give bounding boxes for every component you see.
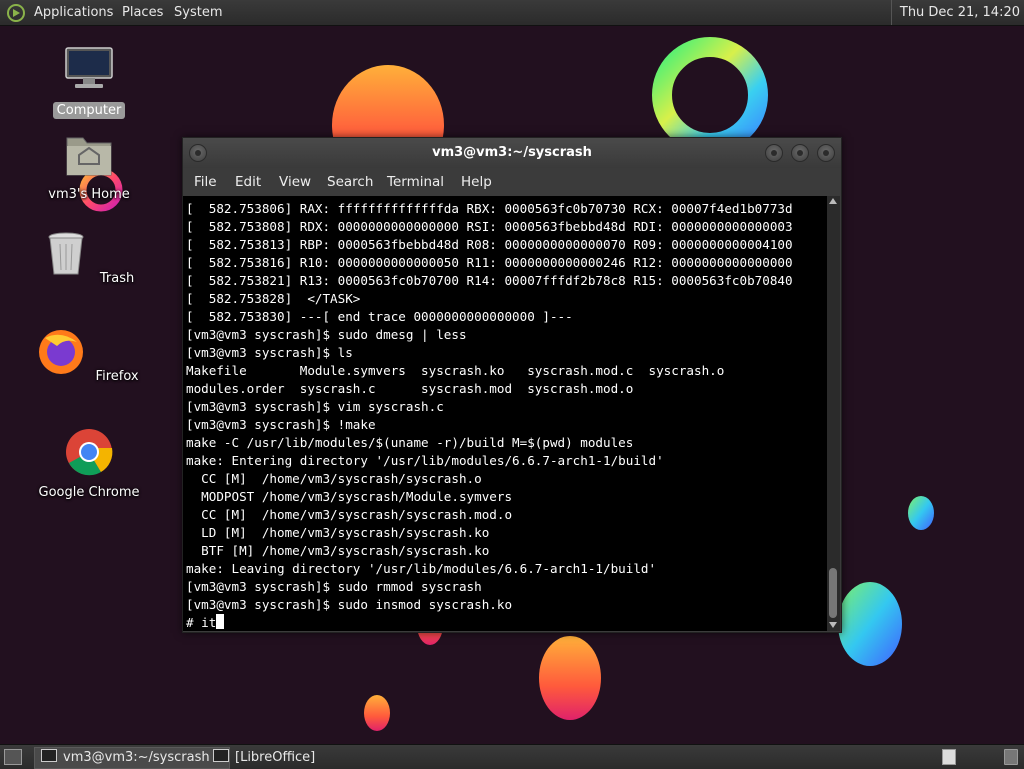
menu-help[interactable]: Help bbox=[461, 168, 492, 196]
terminal-line: [ 582.753828] </TASK> bbox=[186, 291, 361, 306]
top-panel: Applications Places System Thu Dec 21, 1… bbox=[0, 0, 1024, 26]
menu-file[interactable]: File bbox=[194, 168, 217, 196]
window-title: vm3@vm3:~/syscrash bbox=[432, 145, 592, 160]
trash-applet-icon[interactable] bbox=[1004, 749, 1018, 765]
trash-icon bbox=[48, 232, 84, 275]
close-button[interactable] bbox=[817, 144, 835, 162]
menu-edit[interactable]: Edit bbox=[235, 168, 261, 196]
show-desktop-icon[interactable] bbox=[4, 749, 22, 765]
places-menu[interactable]: Places bbox=[122, 0, 163, 25]
scroll-down-arrow-icon[interactable] bbox=[829, 622, 837, 628]
terminal-lines: [ 582.753806] RAX: ffffffffffffffda RBX:… bbox=[186, 201, 793, 612]
libreoffice-icon bbox=[213, 749, 229, 762]
terminal-line: [vm3@vm3 syscrash]$ vim syscrash.c bbox=[186, 399, 444, 414]
terminal-menubar: File Edit View Search Terminal Help bbox=[183, 168, 841, 196]
terminal-line: [vm3@vm3 syscrash]$ sudo insmod syscrash… bbox=[186, 597, 513, 612]
terminal-line: [ 582.753830] ---[ end trace 00000000000… bbox=[186, 309, 573, 324]
terminal-line: MODPOST /home/vm3/syscrash/Module.symver… bbox=[201, 489, 513, 504]
terminal-line: [vm3@vm3 syscrash]$ sudo rmmod syscrash bbox=[186, 579, 482, 594]
home-folder-icon bbox=[66, 137, 112, 176]
desktop-icon-firefox[interactable]: Firefox bbox=[34, 328, 144, 385]
menu-view[interactable]: View bbox=[279, 168, 311, 196]
desktop-icon-label: Computer bbox=[52, 102, 126, 119]
terminal-line: LD [M] /home/vm3/syscrash/syscrash.ko bbox=[201, 525, 490, 540]
terminal-scrollbar[interactable] bbox=[827, 196, 840, 631]
terminal-window[interactable]: vm3@vm3:~/syscrash File Edit View Search… bbox=[182, 137, 842, 633]
terminal-line: [ 582.753813] RBP: 0000563fbebbd48d R08:… bbox=[186, 237, 793, 252]
terminal-line: make: Leaving directory '/usr/lib/module… bbox=[186, 561, 657, 576]
desktop-icon-label: Google Chrome bbox=[38, 485, 140, 500]
taskbar-item-label: [LibreOffice] bbox=[235, 750, 316, 765]
terminal-line: make -C /usr/lib/modules/$(uname -r)/bui… bbox=[186, 435, 634, 450]
terminal-line: [ 582.753808] RDX: 0000000000000000 RSI:… bbox=[186, 219, 793, 234]
scroll-up-arrow-icon[interactable] bbox=[829, 198, 837, 204]
workspace-switcher[interactable] bbox=[942, 749, 956, 765]
terminal-line: CC [M] /home/vm3/syscrash/syscrash.mod.o bbox=[201, 507, 513, 522]
terminal-line: Makefile Module.symvers syscrash.ko sysc… bbox=[186, 363, 725, 378]
desktop-icon-computer[interactable]: Computer bbox=[34, 46, 144, 119]
chrome-icon bbox=[66, 429, 113, 476]
terminal-line: [vm3@vm3 syscrash]$ sudo dmesg | less bbox=[186, 327, 467, 342]
terminal-line: make: Entering directory '/usr/lib/modul… bbox=[186, 453, 664, 468]
desktop-icon-label: Firefox bbox=[95, 369, 139, 384]
terminal-line: [ 582.753816] R10: 0000000000000050 R11:… bbox=[186, 255, 793, 270]
terminal-line: [vm3@vm3 syscrash]$ !make bbox=[186, 417, 376, 432]
desktop-icon-chrome[interactable]: Google Chrome bbox=[34, 428, 144, 501]
terminal-icon bbox=[41, 749, 57, 762]
window-titlebar[interactable]: vm3@vm3:~/syscrash bbox=[183, 138, 841, 168]
applications-menu-icon[interactable] bbox=[6, 3, 26, 23]
computer-icon bbox=[65, 47, 113, 88]
terminal-line: [vm3@vm3 syscrash]$ ls bbox=[186, 345, 353, 360]
maximize-button[interactable] bbox=[791, 144, 809, 162]
terminal-line: CC [M] /home/vm3/syscrash/syscrash.o bbox=[201, 471, 482, 486]
firefox-icon bbox=[39, 330, 84, 374]
clock[interactable]: Thu Dec 21, 14:20 bbox=[890, 0, 1024, 25]
desktop-icon-trash[interactable]: Trash bbox=[34, 230, 144, 287]
menu-terminal[interactable]: Terminal bbox=[387, 168, 444, 196]
text-cursor bbox=[216, 614, 225, 629]
menu-search[interactable]: Search bbox=[327, 168, 373, 196]
terminal-line: [ 582.753821] R13: 0000563fc0b70700 R14:… bbox=[186, 273, 793, 288]
terminal-input-line[interactable]: # it bbox=[186, 615, 216, 630]
applications-menu[interactable]: Applications bbox=[34, 0, 113, 25]
minimize-button[interactable] bbox=[765, 144, 783, 162]
system-menu[interactable]: System bbox=[174, 0, 222, 25]
taskbar-item-label: vm3@vm3:~/syscrash bbox=[63, 750, 210, 765]
terminal-line: modules.order syscrash.c syscrash.mod sy… bbox=[186, 381, 634, 396]
desktop-icon-label: Trash bbox=[99, 271, 135, 286]
desktop-icon-label: vm3's Home bbox=[48, 187, 130, 202]
terminal-line: [ 582.753806] RAX: ffffffffffffffda RBX:… bbox=[186, 201, 793, 216]
scrollbar-thumb[interactable] bbox=[829, 568, 837, 618]
taskbar-item-terminal[interactable]: vm3@vm3:~/syscrash bbox=[34, 747, 230, 769]
terminal-line: BTF [M] /home/vm3/syscrash/syscrash.ko bbox=[201, 543, 490, 558]
desktop-icon-home[interactable]: vm3's Home bbox=[34, 130, 144, 203]
bottom-panel: vm3@vm3:~/syscrash [LibreOffice] bbox=[0, 744, 1024, 769]
terminal-output[interactable]: [ 582.753806] RAX: ffffffffffffffda RBX:… bbox=[183, 196, 827, 631]
taskbar-item-libreoffice[interactable]: [LibreOffice] bbox=[206, 747, 400, 769]
